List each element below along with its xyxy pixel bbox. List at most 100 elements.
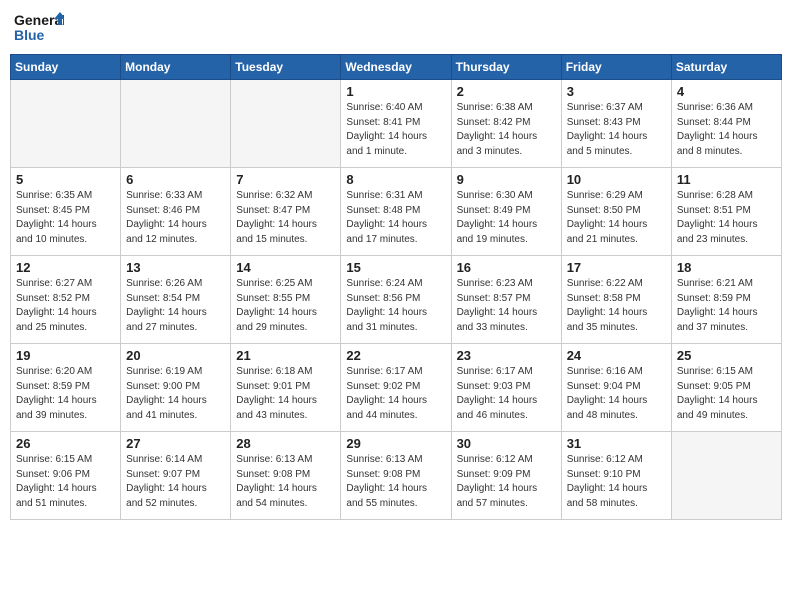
day-number: 18 bbox=[677, 260, 776, 275]
day-number: 27 bbox=[126, 436, 225, 451]
day-number: 10 bbox=[567, 172, 666, 187]
weekday-header-saturday: Saturday bbox=[671, 55, 781, 80]
calendar-week-row: 5 Sunrise: 6:35 AM Sunset: 8:45 PM Daylig… bbox=[11, 168, 782, 256]
calendar-day-cell: 22Sunrise: 6:17 AM Sunset: 9:02 PM Dayli… bbox=[341, 344, 451, 432]
svg-text:Blue: Blue bbox=[14, 27, 45, 43]
day-number: 31 bbox=[567, 436, 666, 451]
day-info: Sunrise: 6:29 AM Sunset: 8:50 PM Dayligh… bbox=[567, 189, 666, 247]
calendar-day-cell: 10 Sunrise: 6:29 AM Sunset: 8:50 PM Dayli… bbox=[561, 168, 671, 256]
calendar-day-cell: 9 Sunrise: 6:30 AM Sunset: 8:49 PM Daylig… bbox=[451, 168, 561, 256]
day-number: 2 bbox=[457, 84, 556, 99]
calendar-day-cell: 29Sunrise: 6:13 AM Sunset: 9:08 PM Dayli… bbox=[341, 432, 451, 520]
calendar-day-cell: 28Sunrise: 6:13 AM Sunset: 9:08 PM Dayli… bbox=[231, 432, 341, 520]
day-number: 11 bbox=[677, 172, 776, 187]
day-info: Sunrise: 6:14 AM Sunset: 9:07 PM Dayligh… bbox=[126, 453, 225, 511]
general-blue-logo-icon: General Blue bbox=[14, 10, 64, 46]
day-number: 3 bbox=[567, 84, 666, 99]
calendar-day-cell bbox=[671, 432, 781, 520]
calendar-day-cell: 8 Sunrise: 6:31 AM Sunset: 8:48 PM Daylig… bbox=[341, 168, 451, 256]
day-info: Sunrise: 6:36 AM Sunset: 8:44 PM Dayligh… bbox=[677, 101, 776, 159]
calendar-day-cell: 5 Sunrise: 6:35 AM Sunset: 8:45 PM Daylig… bbox=[11, 168, 121, 256]
calendar-day-cell: 30Sunrise: 6:12 AM Sunset: 9:09 PM Dayli… bbox=[451, 432, 561, 520]
day-info: Sunrise: 6:40 AM Sunset: 8:41 PM Dayligh… bbox=[346, 101, 445, 159]
calendar-day-cell: 21 Sunrise: 6:18 AM Sunset: 9:01 PM Dayli… bbox=[231, 344, 341, 432]
calendar-day-cell: 20 Sunrise: 6:19 AM Sunset: 9:00 PM Dayli… bbox=[121, 344, 231, 432]
calendar-day-cell: 3 Sunrise: 6:37 AM Sunset: 8:43 PM Daylig… bbox=[561, 80, 671, 168]
weekday-header-friday: Friday bbox=[561, 55, 671, 80]
day-number: 9 bbox=[457, 172, 556, 187]
day-info: Sunrise: 6:26 AM Sunset: 8:54 PM Dayligh… bbox=[126, 277, 225, 335]
day-info: Sunrise: 6:19 AM Sunset: 9:00 PM Dayligh… bbox=[126, 365, 225, 423]
day-number: 20 bbox=[126, 348, 225, 363]
calendar-day-cell: 2 Sunrise: 6:38 AM Sunset: 8:42 PM Daylig… bbox=[451, 80, 561, 168]
day-number: 23 bbox=[457, 348, 556, 363]
day-info: Sunrise: 6:32 AM Sunset: 8:47 PM Dayligh… bbox=[236, 189, 335, 247]
calendar-day-cell: 26Sunrise: 6:15 AM Sunset: 9:06 PM Dayli… bbox=[11, 432, 121, 520]
calendar-day-cell: 18 Sunrise: 6:21 AM Sunset: 8:59 PM Dayli… bbox=[671, 256, 781, 344]
calendar-week-row: 1 Sunrise: 6:40 AM Sunset: 8:41 PM Daylig… bbox=[11, 80, 782, 168]
day-number: 13 bbox=[126, 260, 225, 275]
calendar-day-cell: 31 Sunrise: 6:12 AM Sunset: 9:10 PM Dayli… bbox=[561, 432, 671, 520]
day-number: 1 bbox=[346, 84, 445, 99]
day-number: 17 bbox=[567, 260, 666, 275]
day-number: 22 bbox=[346, 348, 445, 363]
day-info: Sunrise: 6:28 AM Sunset: 8:51 PM Dayligh… bbox=[677, 189, 776, 247]
day-info: Sunrise: 6:13 AM Sunset: 9:08 PM Dayligh… bbox=[236, 453, 335, 511]
day-info: Sunrise: 6:33 AM Sunset: 8:46 PM Dayligh… bbox=[126, 189, 225, 247]
calendar-day-cell: 4Sunrise: 6:36 AM Sunset: 8:44 PM Daylig… bbox=[671, 80, 781, 168]
day-info: Sunrise: 6:20 AM Sunset: 8:59 PM Dayligh… bbox=[16, 365, 115, 423]
calendar-day-cell: 16 Sunrise: 6:23 AM Sunset: 8:57 PM Dayli… bbox=[451, 256, 561, 344]
day-info: Sunrise: 6:38 AM Sunset: 8:42 PM Dayligh… bbox=[457, 101, 556, 159]
page-header: General Blue bbox=[10, 10, 782, 46]
weekday-header-thursday: Thursday bbox=[451, 55, 561, 80]
logo: General Blue bbox=[14, 10, 64, 46]
day-info: Sunrise: 6:21 AM Sunset: 8:59 PM Dayligh… bbox=[677, 277, 776, 335]
day-info: Sunrise: 6:12 AM Sunset: 9:09 PM Dayligh… bbox=[457, 453, 556, 511]
calendar-day-cell bbox=[121, 80, 231, 168]
day-info: Sunrise: 6:30 AM Sunset: 8:49 PM Dayligh… bbox=[457, 189, 556, 247]
weekday-header-monday: Monday bbox=[121, 55, 231, 80]
calendar-day-cell: 19 Sunrise: 6:20 AM Sunset: 8:59 PM Dayli… bbox=[11, 344, 121, 432]
day-number: 21 bbox=[236, 348, 335, 363]
calendar-day-cell: 1 Sunrise: 6:40 AM Sunset: 8:41 PM Daylig… bbox=[341, 80, 451, 168]
day-info: Sunrise: 6:22 AM Sunset: 8:58 PM Dayligh… bbox=[567, 277, 666, 335]
calendar-day-cell bbox=[231, 80, 341, 168]
day-info: Sunrise: 6:31 AM Sunset: 8:48 PM Dayligh… bbox=[346, 189, 445, 247]
day-number: 12 bbox=[16, 260, 115, 275]
day-number: 8 bbox=[346, 172, 445, 187]
day-info: Sunrise: 6:15 AM Sunset: 9:05 PM Dayligh… bbox=[677, 365, 776, 423]
calendar-day-cell: 6Sunrise: 6:33 AM Sunset: 8:46 PM Daylig… bbox=[121, 168, 231, 256]
day-info: Sunrise: 6:25 AM Sunset: 8:55 PM Dayligh… bbox=[236, 277, 335, 335]
day-number: 7 bbox=[236, 172, 335, 187]
weekday-header-sunday: Sunday bbox=[11, 55, 121, 80]
day-info: Sunrise: 6:18 AM Sunset: 9:01 PM Dayligh… bbox=[236, 365, 335, 423]
day-number: 25 bbox=[677, 348, 776, 363]
calendar-day-cell: 12 Sunrise: 6:27 AM Sunset: 8:52 PM Dayli… bbox=[11, 256, 121, 344]
calendar-day-cell: 15Sunrise: 6:24 AM Sunset: 8:56 PM Dayli… bbox=[341, 256, 451, 344]
day-info: Sunrise: 6:27 AM Sunset: 8:52 PM Dayligh… bbox=[16, 277, 115, 335]
svg-text:General: General bbox=[14, 12, 64, 28]
weekday-header-row: SundayMondayTuesdayWednesdayThursdayFrid… bbox=[11, 55, 782, 80]
calendar-week-row: 26Sunrise: 6:15 AM Sunset: 9:06 PM Dayli… bbox=[11, 432, 782, 520]
calendar-week-row: 19 Sunrise: 6:20 AM Sunset: 8:59 PM Dayli… bbox=[11, 344, 782, 432]
calendar-day-cell bbox=[11, 80, 121, 168]
day-number: 26 bbox=[16, 436, 115, 451]
day-info: Sunrise: 6:35 AM Sunset: 8:45 PM Dayligh… bbox=[16, 189, 115, 247]
day-number: 19 bbox=[16, 348, 115, 363]
calendar-day-cell: 14 Sunrise: 6:25 AM Sunset: 8:55 PM Dayli… bbox=[231, 256, 341, 344]
calendar-day-cell: 24Sunrise: 6:16 AM Sunset: 9:04 PM Dayli… bbox=[561, 344, 671, 432]
weekday-header-wednesday: Wednesday bbox=[341, 55, 451, 80]
day-info: Sunrise: 6:37 AM Sunset: 8:43 PM Dayligh… bbox=[567, 101, 666, 159]
day-number: 29 bbox=[346, 436, 445, 451]
calendar-day-cell: 13 Sunrise: 6:26 AM Sunset: 8:54 PM Dayli… bbox=[121, 256, 231, 344]
day-number: 5 bbox=[16, 172, 115, 187]
calendar-day-cell: 17 Sunrise: 6:22 AM Sunset: 8:58 PM Dayli… bbox=[561, 256, 671, 344]
day-number: 16 bbox=[457, 260, 556, 275]
calendar-day-cell: 11 Sunrise: 6:28 AM Sunset: 8:51 PM Dayli… bbox=[671, 168, 781, 256]
day-info: Sunrise: 6:23 AM Sunset: 8:57 PM Dayligh… bbox=[457, 277, 556, 335]
day-number: 24 bbox=[567, 348, 666, 363]
day-info: Sunrise: 6:12 AM Sunset: 9:10 PM Dayligh… bbox=[567, 453, 666, 511]
calendar-day-cell: 27 Sunrise: 6:14 AM Sunset: 9:07 PM Dayli… bbox=[121, 432, 231, 520]
calendar-day-cell: 23Sunrise: 6:17 AM Sunset: 9:03 PM Dayli… bbox=[451, 344, 561, 432]
day-number: 14 bbox=[236, 260, 335, 275]
